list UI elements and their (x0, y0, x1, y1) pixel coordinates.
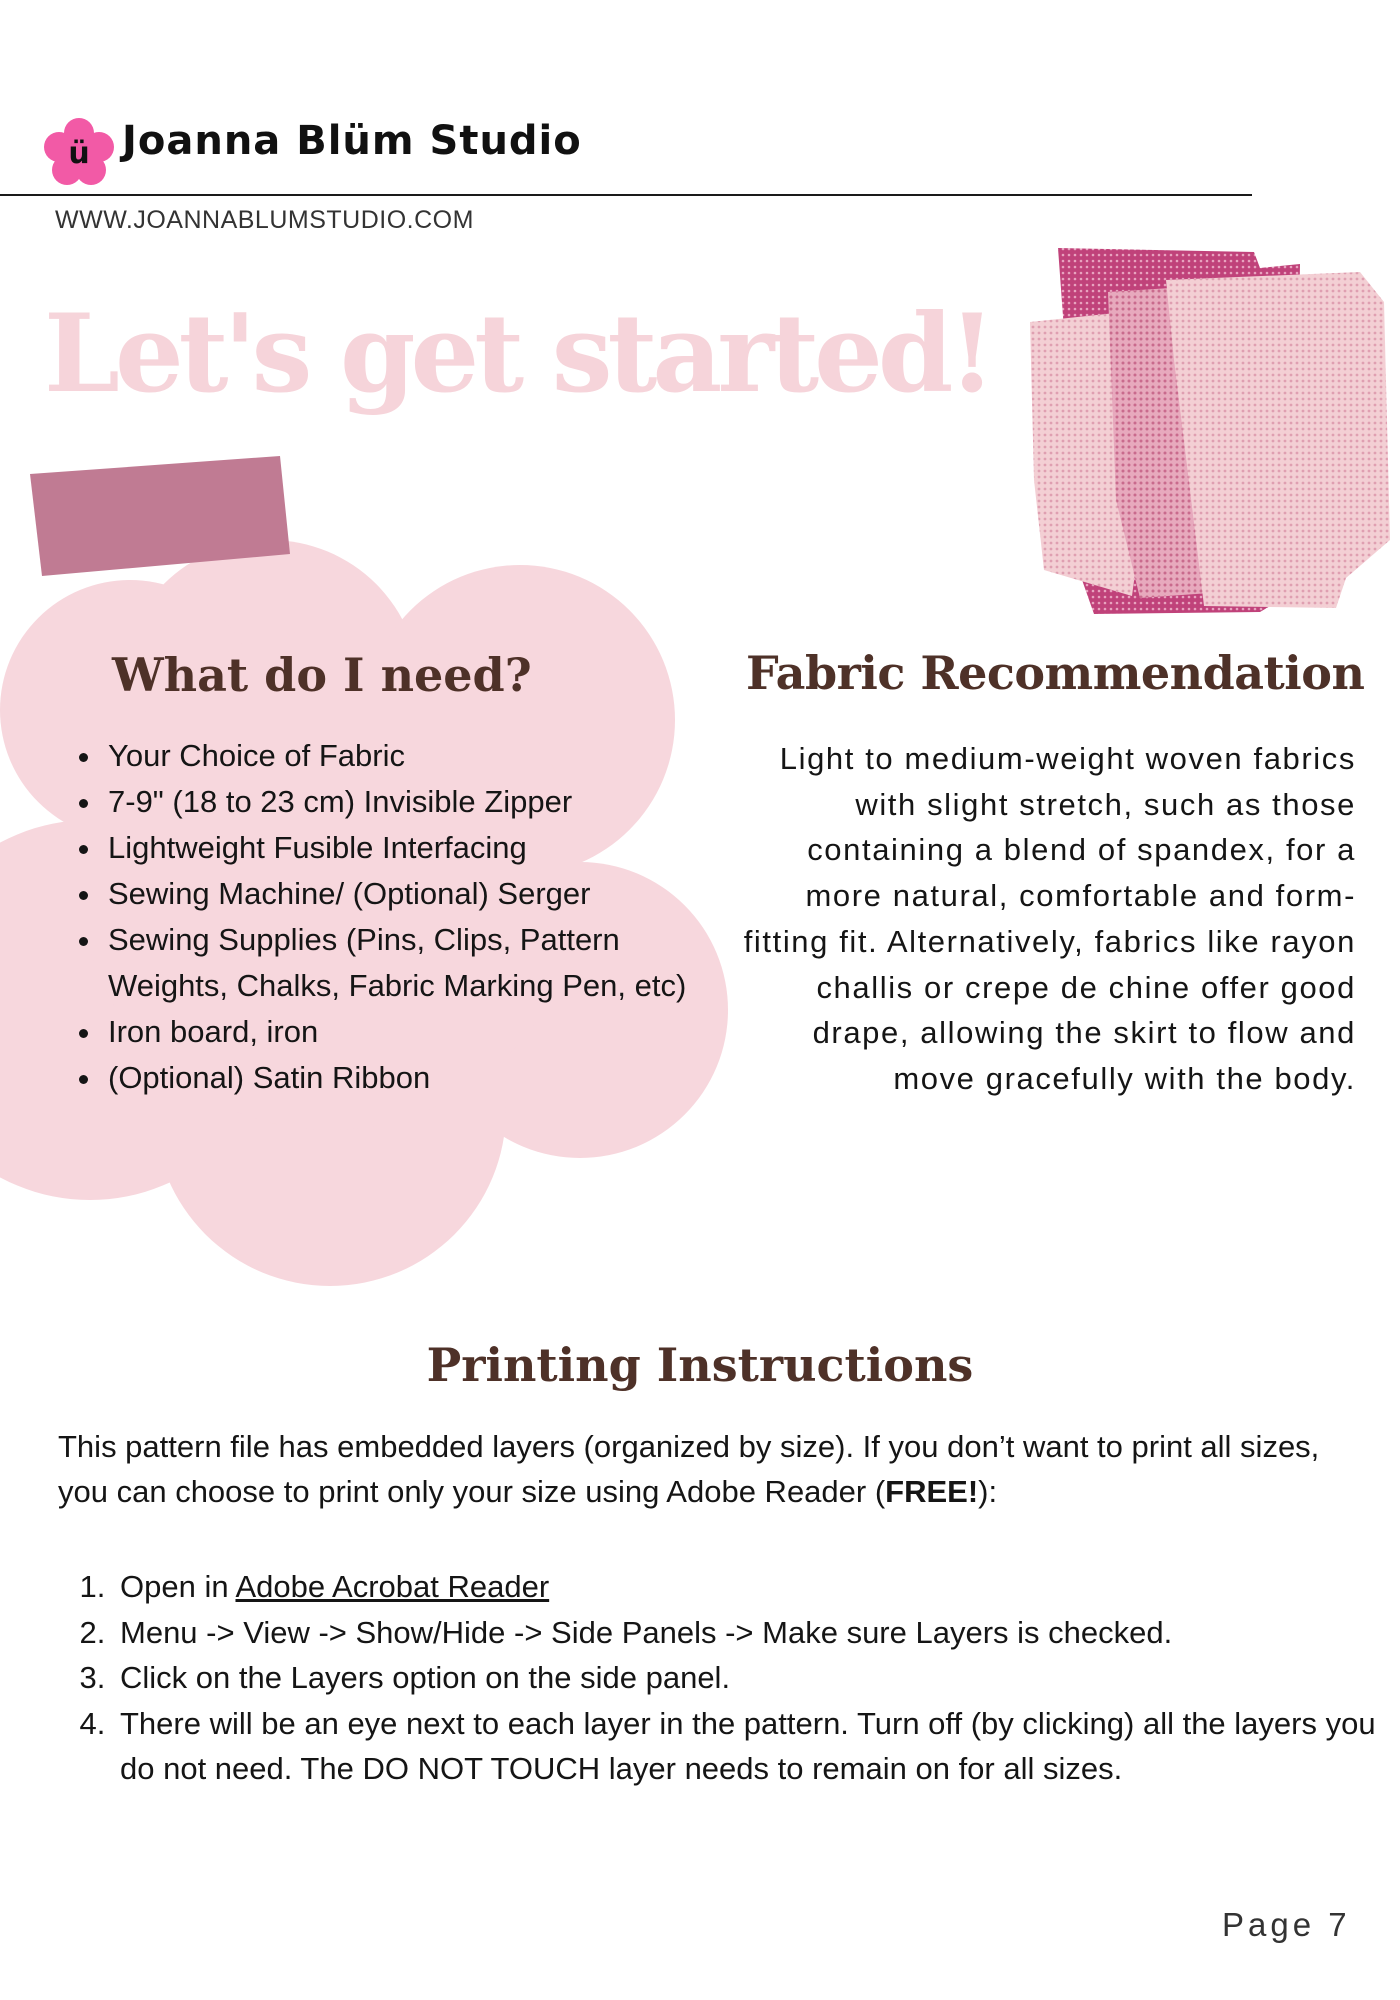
intro-text-end: ): (978, 1474, 998, 1509)
list-item: Lightweight Fusible Interfacing (104, 825, 744, 871)
free-emphasis: FREE! (885, 1474, 979, 1509)
intro-text: This pattern file has embedded layers (o… (58, 1429, 1320, 1509)
printing-heading: Printing Instructions (426, 1338, 974, 1392)
hero-title: Let's get started! (44, 291, 996, 417)
page-number: Page 7 (1222, 1906, 1351, 1943)
flower-logo-icon: ü (44, 118, 114, 185)
website-url[interactable]: WWW.JOANNABLUMSTUDIO.COM (55, 206, 474, 235)
list-item: Your Choice of Fabric (104, 733, 744, 779)
printing-intro: This pattern file has embedded layers (o… (58, 1424, 1358, 1514)
brand-name: Joanna Blüm Studio (122, 118, 582, 164)
step-1-text: Open in (120, 1569, 236, 1604)
list-item: Iron board, iron (104, 1009, 744, 1055)
supplies-list: Your Choice of Fabric 7-9" (18 to 23 cm)… (62, 733, 744, 1101)
fabric-swatches-illustration (1030, 248, 1390, 614)
list-item: 7-9" (18 to 23 cm) Invisible Zipper (104, 779, 744, 825)
fabric-heading: Fabric Recommendation (746, 646, 1365, 700)
printing-steps: Open in Adobe Acrobat Reader Menu -> Vie… (58, 1564, 1400, 1792)
fabric-recommendation-text: Light to medium-weight woven fabrics wit… (743, 741, 1356, 1096)
list-item: Sewing Machine/ (Optional) Serger (104, 871, 744, 917)
washi-tape-decoration (30, 456, 290, 576)
step-item: Click on the Layers option on the side p… (114, 1655, 1400, 1701)
step-item: There will be an eye next to each layer … (114, 1701, 1400, 1792)
list-item: (Optional) Satin Ribbon (104, 1055, 744, 1101)
list-item: Sewing Supplies (Pins, Clips, Pattern We… (104, 917, 744, 1009)
adobe-reader-link[interactable]: Adobe Acrobat Reader (235, 1569, 549, 1604)
logo-glyph: ü (68, 136, 89, 171)
supplies-heading: What do I need? (112, 648, 532, 702)
header-divider (0, 194, 1252, 196)
step-item: Open in Adobe Acrobat Reader (114, 1564, 1400, 1610)
step-item: Menu -> View -> Show/Hide -> Side Panels… (114, 1610, 1400, 1656)
